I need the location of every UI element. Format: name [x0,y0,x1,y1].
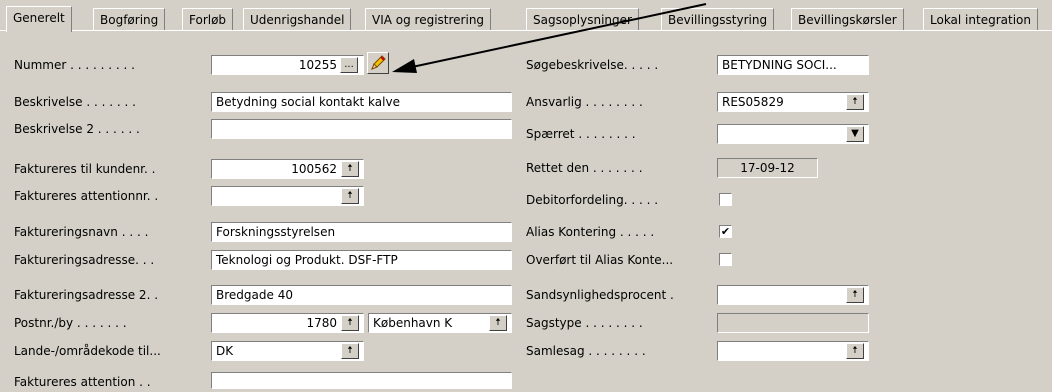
annotation-arrow [392,3,707,73]
tab-generelt[interactable]: Generelt [6,6,72,32]
